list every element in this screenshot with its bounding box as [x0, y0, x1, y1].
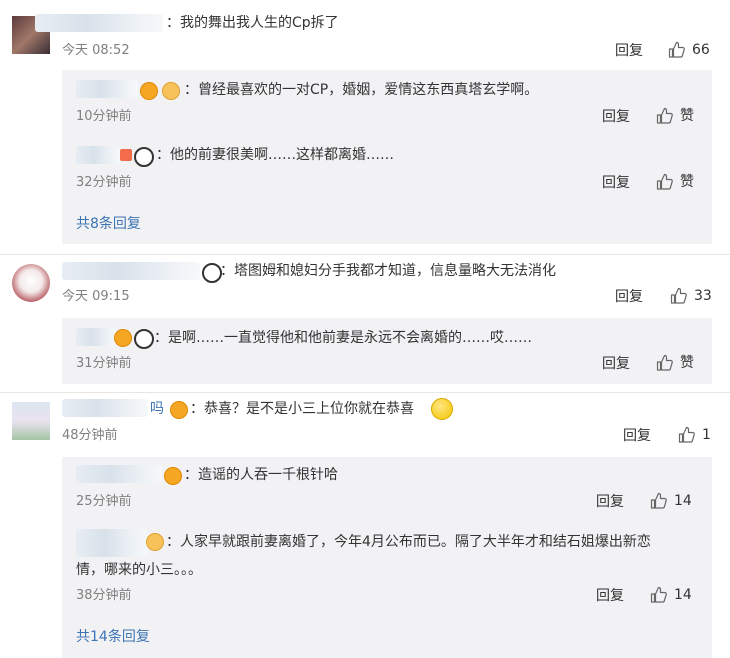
- vip-crown-icon: [164, 467, 182, 485]
- like-label: 赞: [680, 174, 694, 190]
- comment-time: 今天 08:52: [62, 43, 130, 58]
- reply-text: ：是啊……一直觉得他和他前妻是永远不会离婚的……哎……: [154, 330, 532, 346]
- thumbs-up-icon: [668, 41, 685, 58]
- thumbs-up-icon: [670, 287, 687, 304]
- reply-button[interactable]: 回复: [602, 174, 630, 192]
- reply-button[interactable]: 回复: [596, 587, 624, 605]
- reply-time: 25分钟前: [76, 494, 132, 509]
- like-button[interactable]: 14: [650, 492, 692, 510]
- reply-list: ：曾经最喜欢的一对CP，婚姻，爱情这东西真塔玄学啊。 10分钟前 回复 赞 ：他…: [62, 70, 712, 244]
- reply-text: ：他的前妻很美啊……这样都离婚……: [156, 147, 394, 163]
- reply-time: 31分钟前: [76, 356, 132, 371]
- like-count: 14: [674, 587, 692, 603]
- like-count: 14: [674, 493, 692, 509]
- username-suffix[interactable]: 吗: [150, 399, 164, 419]
- reply-list: ：造谣的人吞一千根针哈 25分钟前 回复 14 ：人家早就跟前妻离婚了，今年4月…: [62, 457, 712, 658]
- thumbs-up-icon: [656, 173, 673, 190]
- username-blurred[interactable]: [76, 465, 162, 483]
- reply-button[interactable]: 回复: [615, 288, 643, 306]
- like-label: 赞: [680, 108, 694, 124]
- reply-text: ：造谣的人吞一千根针哈: [184, 467, 338, 483]
- like-count: 66: [692, 42, 710, 58]
- reply-time: 38分钟前: [76, 588, 132, 603]
- vip-crown-icon: [140, 82, 158, 100]
- comment-time: 48分钟前: [62, 428, 118, 443]
- reply-text: ：曾经最喜欢的一对CP，婚姻，爱情这东西真塔玄学啊。: [184, 82, 539, 98]
- thumbs-up-icon: [650, 492, 667, 509]
- comment-text-body: ：恭喜？是不是小三上位你就在恭喜: [190, 401, 414, 417]
- avatar[interactable]: [12, 264, 50, 302]
- vip-crown-icon: [170, 401, 188, 419]
- username-blurred[interactable]: [76, 328, 116, 346]
- reply-button[interactable]: 回复: [623, 427, 651, 445]
- vip-crown-icon: [114, 329, 132, 347]
- fan-badge-icon: [162, 82, 180, 100]
- like-button[interactable]: 66: [668, 41, 710, 59]
- reply-button[interactable]: 回复: [615, 42, 643, 60]
- username-blurred[interactable]: [76, 80, 138, 98]
- like-button[interactable]: 14: [650, 586, 692, 604]
- comment-text: ：我的舞出我人生的Cp拆了: [166, 15, 339, 31]
- reply-list: ：是啊……一直觉得他和他前妻是永远不会离婚的……哎…… 31分钟前 回复 赞: [62, 318, 712, 384]
- reply-button[interactable]: 回复: [596, 493, 624, 511]
- more-replies-link[interactable]: 共8条回复: [76, 215, 141, 233]
- username-blurred[interactable]: [62, 399, 148, 417]
- like-button[interactable]: 1: [678, 426, 711, 444]
- like-button[interactable]: 赞: [656, 173, 694, 191]
- like-label: 赞: [680, 355, 694, 371]
- like-button[interactable]: 赞: [656, 107, 694, 125]
- panda-icon: [202, 263, 222, 283]
- like-button[interactable]: 33: [670, 287, 712, 305]
- fan-badge-icon: [146, 533, 164, 551]
- divider: [0, 392, 730, 393]
- reply-button[interactable]: 回复: [602, 355, 630, 373]
- thumbs-up-icon: [650, 586, 667, 603]
- username-blurred[interactable]: [76, 146, 120, 164]
- more-replies-link[interactable]: 共14条回复: [76, 628, 150, 646]
- reply-time: 32分钟前: [76, 175, 132, 190]
- smile-emoji-icon: [431, 398, 453, 420]
- reply-button[interactable]: 回复: [602, 108, 630, 126]
- thumbs-up-icon: [656, 107, 673, 124]
- fan-badge-icon: [120, 149, 132, 161]
- comment-text: ：恭喜？是不是小三上位你就在恭喜: [190, 399, 414, 419]
- panda-icon: [134, 329, 154, 349]
- comment-time: 今天 09:15: [62, 289, 130, 304]
- thumbs-up-icon: [678, 426, 695, 443]
- divider: [0, 254, 730, 255]
- reply-text-line1: ：人家早就跟前妻离婚了，今年4月公布而已。隔了大半年才和结石姐爆出新恋: [166, 534, 651, 550]
- panda-icon: [134, 147, 154, 167]
- like-button[interactable]: 赞: [656, 354, 694, 372]
- like-count: 33: [694, 288, 712, 304]
- thumbs-up-icon: [656, 354, 673, 371]
- reply-time: 10分钟前: [76, 109, 132, 124]
- username-blurred[interactable]: [35, 14, 163, 32]
- avatar[interactable]: [12, 402, 50, 440]
- like-count: 1: [702, 427, 711, 443]
- comment-text: ：塔图姆和媳妇分手我都才知道，信息量略大无法消化: [220, 263, 556, 279]
- username-blurred[interactable]: [76, 529, 148, 557]
- reply-text-line2: 情，哪来的小三。。。: [76, 562, 202, 578]
- username-blurred[interactable]: [62, 262, 200, 280]
